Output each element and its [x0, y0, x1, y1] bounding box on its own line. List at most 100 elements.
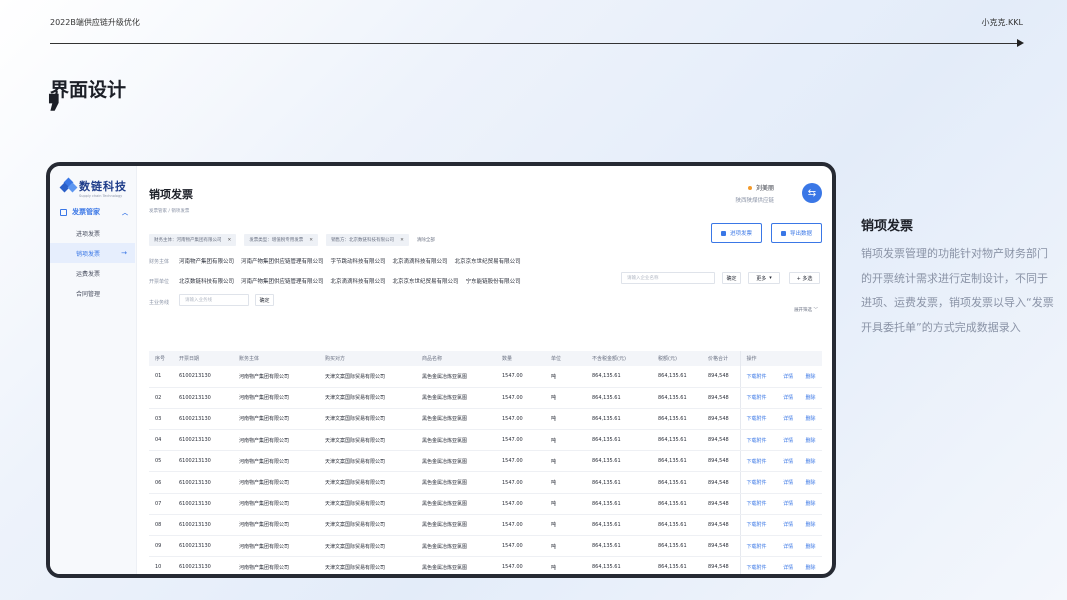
table-cell: 黑色金属冶炼亚氯图	[416, 429, 496, 452]
sidebar: 数链科技 Supply chain Technology 发票管家 ︿ 进项发票…	[50, 166, 137, 574]
nav-group-invoice[interactable]: 发票管家 ︿	[60, 207, 128, 217]
table-cell: 894,548	[702, 514, 740, 537]
filter-option[interactable]: 北京京东世纪贸易有限公司	[455, 257, 521, 265]
more-dropdown[interactable]: 更多 ▾	[748, 272, 780, 284]
table-cell: 864,135.61	[586, 429, 652, 452]
filter-option[interactable]: 宁东能链股份有限公司	[466, 277, 521, 285]
confirm-button[interactable]: 确定	[722, 272, 741, 284]
breadcrumb[interactable]: 发票管家 / 销项发票	[149, 208, 189, 214]
import-invoice-button[interactable]: 进项发票	[711, 223, 762, 243]
column-header[interactable]: 购买对方	[319, 351, 416, 366]
delete-link[interactable]: 删除	[799, 471, 822, 494]
close-icon[interactable]: ✕	[400, 238, 404, 243]
close-icon[interactable]: ✕	[228, 238, 232, 243]
logo-icon	[59, 177, 78, 194]
app-logo[interactable]: 数链科技	[59, 177, 127, 194]
delete-link[interactable]: 删除	[799, 366, 822, 388]
table-cell: 864,135.61	[586, 514, 652, 537]
filter-row-business: 主业务线	[149, 299, 179, 306]
delete-link[interactable]: 删除	[799, 387, 822, 409]
column-header[interactable]: 开票日期	[173, 351, 233, 366]
avatar[interactable]: ⇆	[802, 183, 822, 203]
download-attachment-link[interactable]: 下载附件	[739, 535, 778, 558]
export-data-button[interactable]: 导出数据	[771, 223, 822, 243]
business-confirm-button[interactable]: 确定	[255, 294, 274, 306]
table-cell: 河南物产集团有限公司	[233, 514, 319, 537]
download-attachment-link[interactable]: 下载附件	[739, 493, 778, 515]
column-header[interactable]: 不含税金额(元)	[586, 351, 652, 366]
table-cell: 吨	[545, 556, 586, 574]
column-header[interactable]: 税额(元)	[652, 351, 702, 366]
clear-all-link[interactable]: 清除全部	[417, 237, 435, 243]
filter-option[interactable]: 北京数链科技有限公司	[179, 277, 234, 285]
details-link[interactable]: 详情	[777, 408, 800, 431]
delete-link[interactable]: 删除	[799, 493, 822, 515]
filter-row-finance: 财务主体 河南物产集团有限公司 河南产物集团供应链管理有限公司 字节跳动科技有限…	[149, 257, 528, 266]
details-link[interactable]: 详情	[777, 514, 800, 537]
details-link[interactable]: 详情	[777, 450, 800, 473]
multi-select-button[interactable]: + 多选	[789, 272, 820, 284]
delete-link[interactable]: 删除	[799, 450, 822, 473]
download-attachment-link[interactable]: 下载附件	[739, 514, 778, 537]
delete-link[interactable]: 删除	[799, 514, 822, 537]
details-link[interactable]: 详情	[777, 556, 800, 574]
details-link[interactable]: 详情	[777, 429, 800, 452]
filter-option[interactable]: 河南产物集团供应链管理有限公司	[241, 277, 324, 285]
sidebar-item-input-invoice[interactable]: 进项发票	[50, 223, 135, 243]
filter-chip[interactable]: 销售方：北京数链科技有限公司 ✕	[326, 234, 409, 246]
sidebar-item-freight-invoice[interactable]: 运费发票	[50, 263, 135, 283]
download-attachment-link[interactable]: 下载附件	[739, 408, 778, 431]
user-name: 刘美丽	[755, 185, 774, 192]
column-header[interactable]: 账务主体	[233, 351, 319, 366]
column-header[interactable]: 商品名称	[416, 351, 496, 366]
table-cell: 吨	[545, 493, 586, 515]
filter-option[interactable]: 北京滴滴科技有限公司	[331, 277, 386, 285]
filter-option[interactable]: 字节跳动科技有限公司	[331, 257, 386, 265]
user-info[interactable]: 刘美丽 陕西陕煤供应链	[735, 183, 774, 204]
filter-option[interactable]: 北京京东世纪贸易有限公司	[393, 277, 459, 285]
filter-chip[interactable]: 发票类型：增值税专用发票 ✕	[244, 234, 319, 246]
filter-chip[interactable]: 财务主体：河南物产集团有限公司 ✕	[149, 234, 237, 246]
column-header[interactable]: 价格合计	[702, 351, 740, 366]
column-header[interactable]: 数量	[496, 351, 545, 366]
download-attachment-link[interactable]: 下载附件	[739, 387, 778, 409]
download-attachment-link[interactable]: 下载附件	[739, 556, 778, 574]
table-cell: 天津文案国际贸易有限公司	[319, 408, 416, 431]
filter-option[interactable]: 河南物产集团有限公司	[179, 257, 234, 265]
close-icon[interactable]: ✕	[309, 238, 313, 243]
details-link[interactable]: 详情	[777, 366, 800, 388]
table-cell: 天津文案国际贸易有限公司	[319, 429, 416, 452]
filter-option[interactable]: 河南产物集团供应链管理有限公司	[241, 257, 324, 265]
details-link[interactable]: 详情	[777, 471, 800, 494]
column-header[interactable]: 单位	[545, 351, 586, 366]
download-attachment-link[interactable]: 下载附件	[739, 429, 778, 452]
table-cell: 吨	[545, 514, 586, 537]
table-cell: 1547.00	[496, 556, 545, 574]
table-cell: 河南物产集团有限公司	[233, 387, 319, 409]
table-cell: 吨	[545, 387, 586, 409]
download-attachment-link[interactable]: 下载附件	[739, 471, 778, 494]
sidebar-item-contract[interactable]: 合同管理	[50, 283, 135, 303]
download-attachment-link[interactable]: 下载附件	[739, 366, 778, 388]
expand-filter-toggle[interactable]: 展开筛选 ﹀	[794, 307, 818, 313]
table-cell: 河南物产集团有限公司	[233, 493, 319, 515]
page-header-title: 2022B端供应链升级优化	[50, 18, 140, 27]
delete-link[interactable]: 删除	[799, 408, 822, 431]
delete-link[interactable]: 删除	[799, 429, 822, 452]
column-header[interactable]: 序号	[149, 351, 173, 366]
download-attachment-link[interactable]: 下载附件	[739, 450, 778, 473]
details-link[interactable]: 详情	[777, 387, 800, 409]
table-cell: 6100213130	[173, 387, 233, 409]
sidebar-item-output-invoice[interactable]: 销项发票 →	[50, 243, 135, 263]
table-cell: 6100213130	[173, 366, 233, 388]
details-link[interactable]: 详情	[777, 493, 800, 515]
device-frame: 数链科技 Supply chain Technology 发票管家 ︿ 进项发票…	[46, 162, 836, 578]
table-cell: 894,548	[702, 387, 740, 409]
company-search-input[interactable]: 请输入企业名称	[621, 272, 715, 284]
filter-option[interactable]: 北京滴滴科技有限公司	[393, 257, 448, 265]
business-line-input[interactable]: 请输入业务线	[179, 294, 249, 306]
delete-link[interactable]: 删除	[799, 556, 822, 574]
details-link[interactable]: 详情	[777, 535, 800, 558]
delete-link[interactable]: 删除	[799, 535, 822, 558]
table-cell: 864,135.61	[652, 450, 702, 473]
